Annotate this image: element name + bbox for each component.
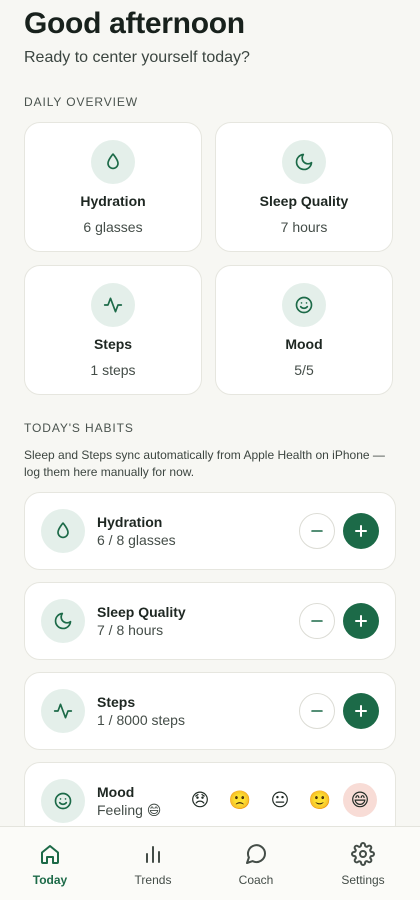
- home-icon: [10, 841, 90, 867]
- todays-habits-label: TODAY'S HABITS: [24, 421, 134, 435]
- daily-overview-label: DAILY OVERVIEW: [24, 95, 138, 109]
- increment-button[interactable]: [343, 603, 379, 639]
- minus-icon: [311, 620, 323, 622]
- bar-chart-icon: [113, 841, 193, 867]
- overview-card-value: 5/5: [294, 362, 314, 378]
- mood-option-happy[interactable]: 🙂: [303, 783, 337, 817]
- habit-title: Steps: [97, 694, 136, 710]
- habit-title: Mood: [97, 784, 135, 800]
- tab-label: Today: [32, 873, 68, 887]
- habit-card-sleep: Sleep Quality 7 / 8 hours: [24, 582, 396, 660]
- habit-card-hydration: Hydration 6 / 8 glasses: [24, 492, 396, 570]
- moon-icon: [41, 599, 85, 643]
- habit-progress: 1 / 8000 steps: [97, 712, 185, 728]
- overview-card-steps[interactable]: Steps 1 steps: [24, 265, 202, 395]
- minus-icon: [311, 710, 323, 712]
- decrement-button[interactable]: [299, 513, 335, 549]
- habit-card-steps: Steps 1 / 8000 steps: [24, 672, 396, 750]
- droplet-icon: [41, 509, 85, 553]
- increment-button[interactable]: [343, 513, 379, 549]
- chat-bubble-icon: [216, 841, 296, 867]
- overview-card-mood[interactable]: Mood 5/5: [215, 265, 393, 395]
- overview-card-value: 7 hours: [280, 219, 328, 235]
- smile-icon: [41, 779, 85, 823]
- smile-icon: [282, 283, 326, 327]
- tab-coach[interactable]: Coach: [216, 841, 296, 887]
- habit-progress: 7 / 8 hours: [97, 622, 164, 638]
- overview-card-title: Sleep Quality: [259, 193, 349, 209]
- gear-icon: [323, 841, 403, 867]
- overview-card-title: Mood: [285, 336, 323, 352]
- decrement-button[interactable]: [299, 603, 335, 639]
- tab-trends[interactable]: Trends: [113, 841, 193, 887]
- overview-card-value: 6 glasses: [83, 219, 143, 235]
- greeting-title: Good afternoon: [24, 7, 245, 40]
- health-sync-note: Sleep and Steps sync automatically from …: [24, 448, 385, 479]
- plus-icon: [355, 525, 367, 537]
- overview-card-sleep[interactable]: Sleep Quality 7 hours: [215, 122, 393, 252]
- bottom-tab-bar: Today Trends Coach Settings: [0, 826, 420, 900]
- habit-progress: Feeling 😄: [97, 802, 162, 818]
- main-content: Good afternoon Ready to center yourself …: [0, 0, 420, 826]
- overview-card-title: Hydration: [80, 193, 146, 209]
- habit-card-mood: Mood Feeling 😄 😞 🙁 😐 🙂 😄: [24, 762, 396, 826]
- overview-card-hydration[interactable]: Hydration 6 glasses: [24, 122, 202, 252]
- moon-icon: [282, 140, 326, 184]
- tab-settings[interactable]: Settings: [323, 841, 403, 887]
- minus-icon: [311, 530, 323, 532]
- droplet-icon: [91, 140, 135, 184]
- activity-icon: [41, 689, 85, 733]
- tab-label: Coach: [238, 873, 274, 887]
- mood-option-sad[interactable]: 🙁: [223, 783, 257, 817]
- tab-label: Settings: [341, 873, 385, 887]
- plus-icon: [355, 705, 367, 717]
- tab-label: Trends: [134, 873, 172, 887]
- overview-card-value: 1 steps: [90, 362, 136, 378]
- mood-option-very-happy[interactable]: 😄: [343, 783, 377, 817]
- overview-card-title: Steps: [93, 336, 133, 352]
- habit-title: Sleep Quality: [97, 604, 186, 620]
- mood-selector: 😞 🙁 😐 🙂 😄: [183, 781, 393, 817]
- greeting-subtitle: Ready to center yourself today?: [24, 49, 250, 66]
- habit-progress: 6 / 8 glasses: [97, 532, 176, 548]
- increment-button[interactable]: [343, 693, 379, 729]
- tab-today[interactable]: Today: [10, 841, 90, 887]
- habit-title: Hydration: [97, 514, 163, 530]
- decrement-button[interactable]: [299, 693, 335, 729]
- activity-icon: [91, 283, 135, 327]
- plus-icon: [355, 615, 367, 627]
- mood-option-neutral[interactable]: 😐: [263, 783, 297, 817]
- mood-option-very-sad[interactable]: 😞: [183, 783, 217, 817]
